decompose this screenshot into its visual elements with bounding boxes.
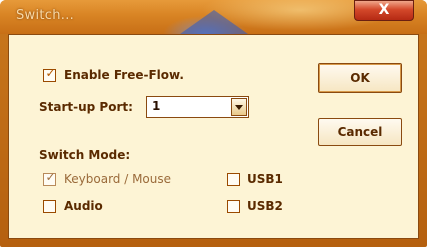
cancel-button[interactable]: Cancel <box>318 118 402 146</box>
usb2-checkbox[interactable] <box>227 200 240 213</box>
startup-port-value: 1 <box>152 99 161 113</box>
switch-mode-heading: Switch Mode: <box>39 148 131 162</box>
chevron-down-icon[interactable] <box>231 98 247 116</box>
audio-checkbox[interactable] <box>43 200 56 213</box>
check-icon: ✓ <box>45 66 56 80</box>
close-button[interactable]: X <box>354 0 414 21</box>
title-bar[interactable]: Switch... X <box>0 0 427 34</box>
ok-button[interactable]: OK <box>318 63 402 93</box>
check-icon: ✓ <box>45 170 56 184</box>
startup-port-label: Start-up Port: <box>39 100 133 114</box>
window-title: Switch... <box>16 8 75 23</box>
close-icon: X <box>378 2 390 18</box>
startup-port-select[interactable]: 1 <box>146 96 249 118</box>
free-flow-checkbox[interactable]: ✓ <box>43 66 56 82</box>
audio-label: Audio <box>64 199 103 213</box>
free-flow-label: Enable Free-Flow. <box>64 68 184 82</box>
usb1-label: USB1 <box>247 172 283 186</box>
keyboard-mouse-label: Keyboard / Mouse <box>64 172 172 186</box>
usb2-label: USB2 <box>247 199 283 213</box>
dialog-client-area: ✓ Enable Free-Flow. Start-up Port: 1 OK … <box>8 34 419 239</box>
usb1-checkbox[interactable] <box>227 173 240 186</box>
switch-dialog: Switch... X ✓ Enable Free-Flow. Start-up… <box>0 0 427 247</box>
keyboard-mouse-checkbox[interactable]: ✓ <box>43 170 56 186</box>
